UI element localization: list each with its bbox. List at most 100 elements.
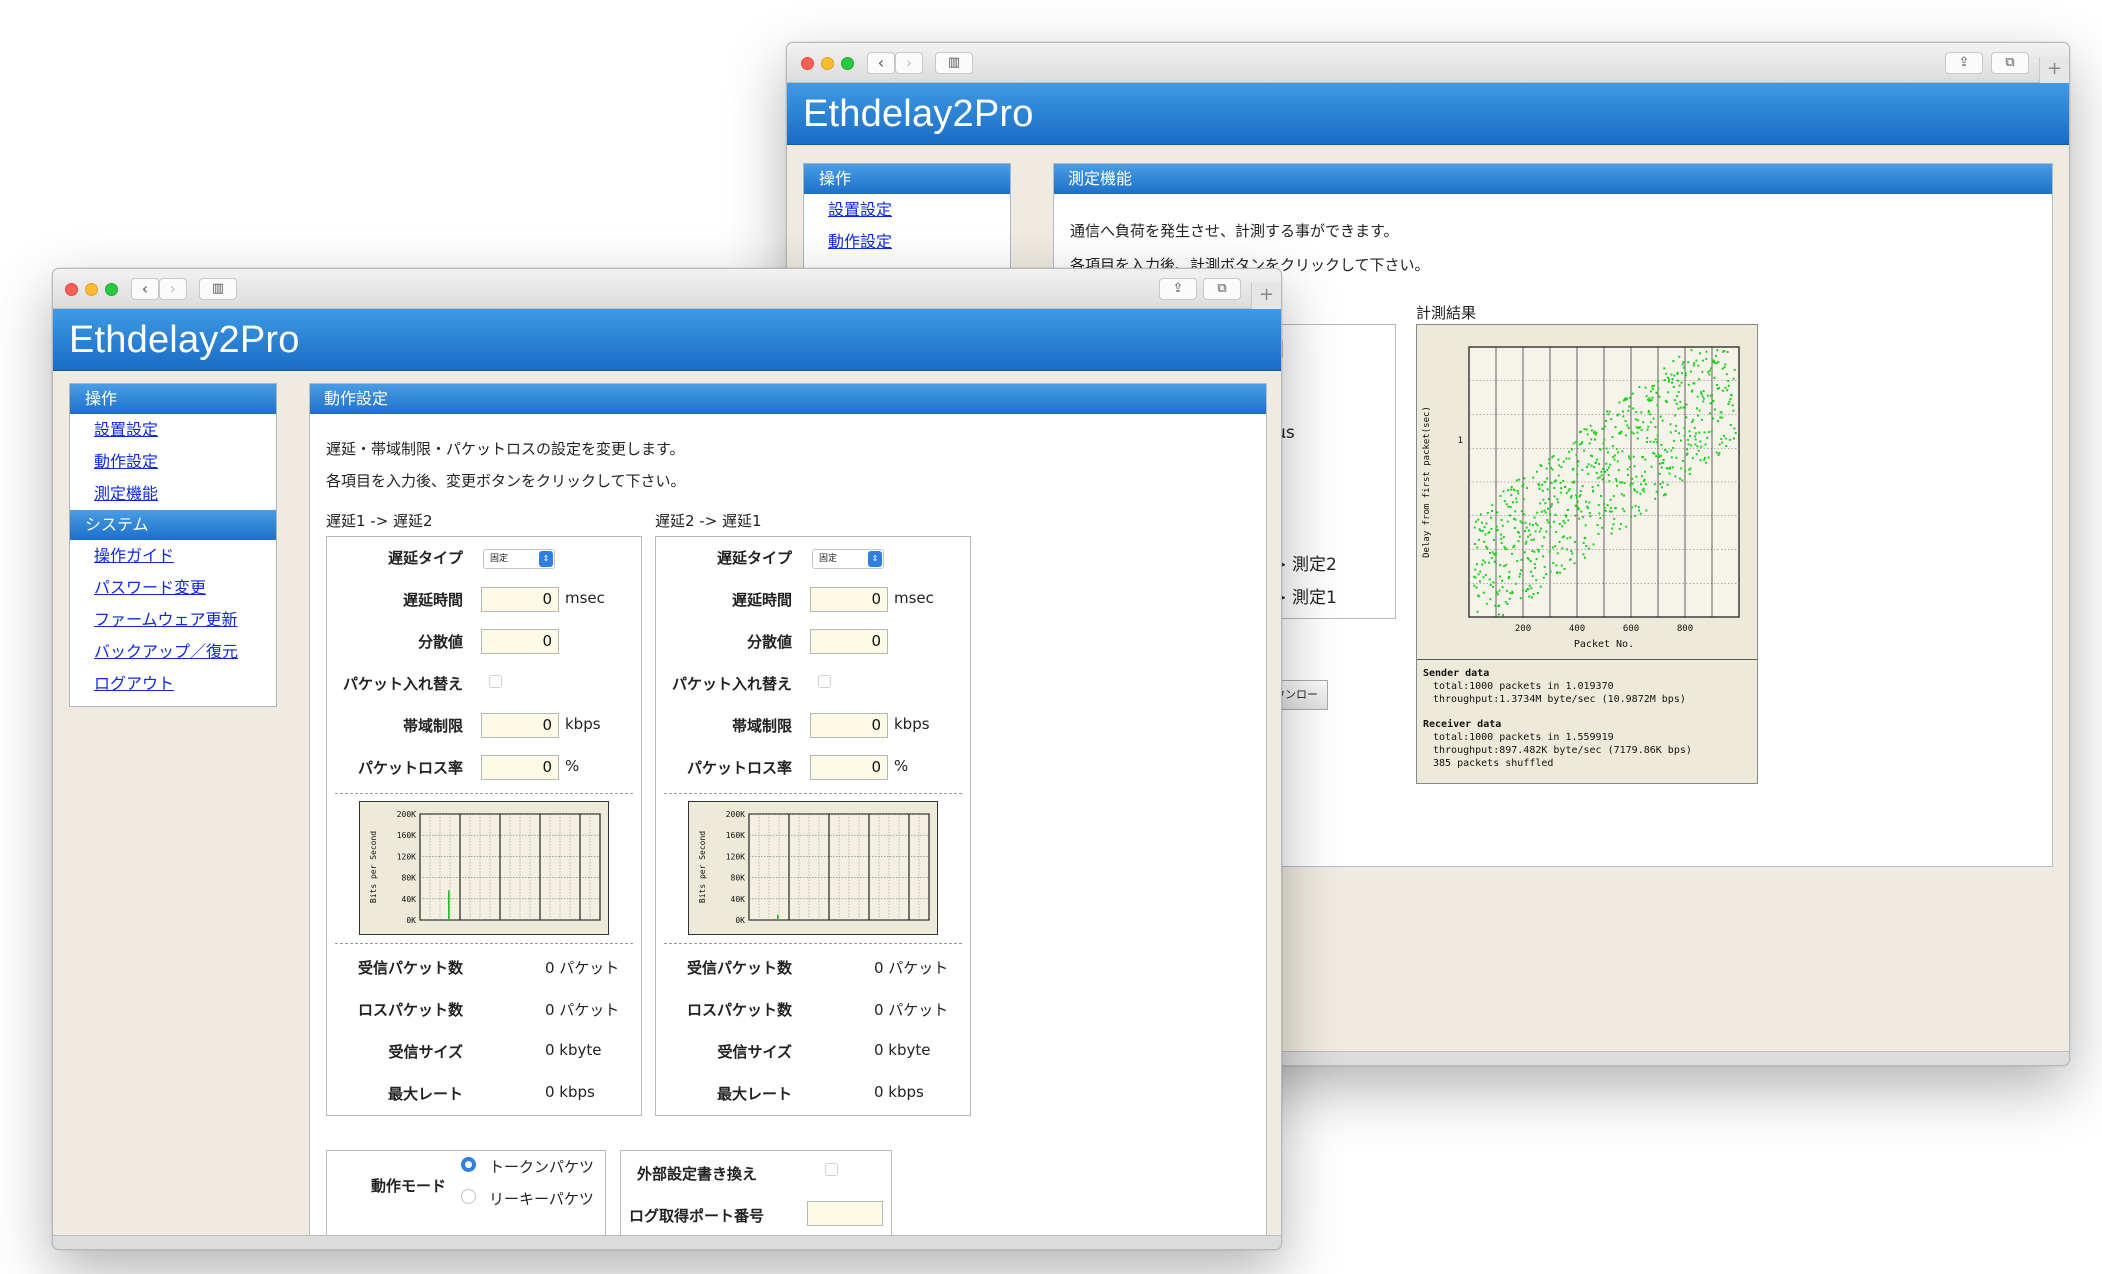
forward-arrow-icon[interactable]: › xyxy=(895,52,923,74)
data-point xyxy=(1725,373,1728,376)
reorder-checkbox[interactable] xyxy=(818,675,831,688)
data-point xyxy=(1662,461,1665,464)
data-point xyxy=(1515,479,1518,482)
sidebar-item-operation-settings[interactable]: 動作設定 xyxy=(70,446,276,478)
data-point xyxy=(1587,472,1590,475)
reorder-checkbox[interactable] xyxy=(489,675,502,688)
log-port-input[interactable] xyxy=(807,1201,883,1226)
sidebar-item-password[interactable]: パスワード変更 xyxy=(70,572,276,604)
data-point xyxy=(1566,548,1568,551)
data-point xyxy=(1673,374,1676,377)
loss-rate-input[interactable]: 0 xyxy=(481,755,559,780)
variance-input[interactable]: 0 xyxy=(481,629,559,654)
data-point xyxy=(1591,486,1594,489)
data-point xyxy=(1644,458,1647,461)
data-point xyxy=(1598,463,1601,465)
sidebar-item-guide[interactable]: 操作ガイド xyxy=(70,540,276,572)
loss-rate-label: パケットロス率 xyxy=(686,759,792,777)
data-point xyxy=(1523,477,1526,480)
bandwidth-input[interactable]: 0 xyxy=(810,713,888,738)
data-point xyxy=(1499,494,1502,497)
data-point xyxy=(1692,364,1695,367)
data-point xyxy=(1518,478,1521,481)
sender-line-1: total:1000 packets in 1.019370 xyxy=(1433,681,1614,692)
delay-type-select[interactable]: 固定 ⇕ xyxy=(483,549,555,569)
new-tab-icon[interactable]: + xyxy=(1251,283,1281,309)
mode-radio-token[interactable] xyxy=(461,1157,476,1172)
data-point xyxy=(1506,603,1509,605)
mode-radio-leaky[interactable] xyxy=(461,1189,476,1204)
data-point xyxy=(1638,509,1641,512)
col1-heading: 遅延1 -> 遅延2 xyxy=(326,512,433,530)
data-point xyxy=(1474,568,1477,571)
variance-input[interactable]: 0 xyxy=(810,629,888,654)
chevron-updown-icon: ⇕ xyxy=(539,551,553,567)
bandwidth-graph: 200K 160K 120K 80K 40K 0K Bits per Second xyxy=(359,801,609,935)
y-axis-label: Delay from first packet(sec) xyxy=(1422,406,1432,558)
data-point xyxy=(1627,455,1630,458)
data-point xyxy=(1671,377,1674,380)
sidebar-item-logout[interactable]: ログアウト xyxy=(70,668,276,700)
external-rewrite-checkbox[interactable] xyxy=(825,1163,838,1176)
data-point xyxy=(1665,372,1668,375)
data-point xyxy=(1476,546,1479,549)
tabs-overview-icon[interactable]: ⧉ xyxy=(1203,278,1241,300)
data-point xyxy=(1720,416,1723,419)
minimize-window-icon[interactable] xyxy=(821,57,834,70)
data-point xyxy=(1505,503,1508,506)
sidebar-item-firmware[interactable]: ファームウェア更新 xyxy=(70,604,276,636)
minimize-window-icon[interactable] xyxy=(85,283,98,296)
zoom-window-icon[interactable] xyxy=(105,283,118,296)
data-point xyxy=(1718,452,1721,455)
data-point xyxy=(1588,501,1591,504)
delay-time-input[interactable]: 0 xyxy=(481,587,559,612)
sidebar-toggle-icon[interactable]: ▥ xyxy=(199,278,237,300)
delay-time-input[interactable]: 0 xyxy=(810,587,888,612)
data-point xyxy=(1585,428,1588,431)
share-icon[interactable]: ⇪ xyxy=(1159,278,1197,300)
sidebar-item-operation-settings[interactable]: 動作設定 xyxy=(804,226,1010,258)
data-point xyxy=(1593,466,1596,469)
new-tab-icon[interactable]: + xyxy=(2039,57,2069,83)
back-arrow-icon[interactable]: ‹ xyxy=(867,52,895,74)
data-point xyxy=(1489,552,1491,554)
bandwidth-input[interactable]: 0 xyxy=(481,713,559,738)
close-window-icon[interactable] xyxy=(801,57,814,70)
data-point xyxy=(1630,431,1633,434)
data-point xyxy=(1606,468,1609,471)
tabs-overview-icon[interactable]: ⧉ xyxy=(1991,52,2029,74)
data-point xyxy=(1671,381,1674,384)
loss-rate-input[interactable]: 0 xyxy=(810,755,888,780)
sidebar-item-backup[interactable]: バックアップ／復元 xyxy=(70,636,276,668)
zoom-window-icon[interactable] xyxy=(841,57,854,70)
data-point xyxy=(1712,417,1715,420)
sidebar-item-install-settings[interactable]: 設置設定 xyxy=(70,414,276,446)
data-point xyxy=(1582,515,1585,518)
data-point xyxy=(1649,421,1652,424)
data-point xyxy=(1542,555,1545,558)
data-point xyxy=(1560,487,1563,490)
sidebar-item-install-settings[interactable]: 設置設定 xyxy=(804,194,1010,226)
share-icon[interactable]: ⇪ xyxy=(1945,52,1983,74)
data-point xyxy=(1479,513,1482,516)
data-point xyxy=(1634,514,1637,517)
data-point xyxy=(1475,563,1478,566)
data-point xyxy=(1625,525,1628,528)
delay-type-select[interactable]: 固定 ⇕ xyxy=(812,549,884,569)
data-point xyxy=(1623,482,1626,485)
data-point xyxy=(1727,384,1730,387)
data-point xyxy=(1643,478,1646,481)
sidebar-toggle-icon[interactable]: ▥ xyxy=(935,52,973,74)
data-point xyxy=(1560,564,1563,567)
back-arrow-icon[interactable]: ‹ xyxy=(131,278,159,300)
close-window-icon[interactable] xyxy=(65,283,78,296)
data-point xyxy=(1609,498,1612,501)
data-point xyxy=(1643,490,1646,493)
y-tick-label: 160K xyxy=(726,831,745,840)
forward-arrow-icon[interactable]: › xyxy=(159,278,187,300)
delay-type-label: 遅延タイプ xyxy=(716,549,792,567)
sidebar-item-measurement[interactable]: 測定機能 xyxy=(70,478,276,510)
x-tick-label: 400 xyxy=(1569,624,1585,634)
data-point xyxy=(1622,410,1624,413)
data-point xyxy=(1500,537,1503,540)
